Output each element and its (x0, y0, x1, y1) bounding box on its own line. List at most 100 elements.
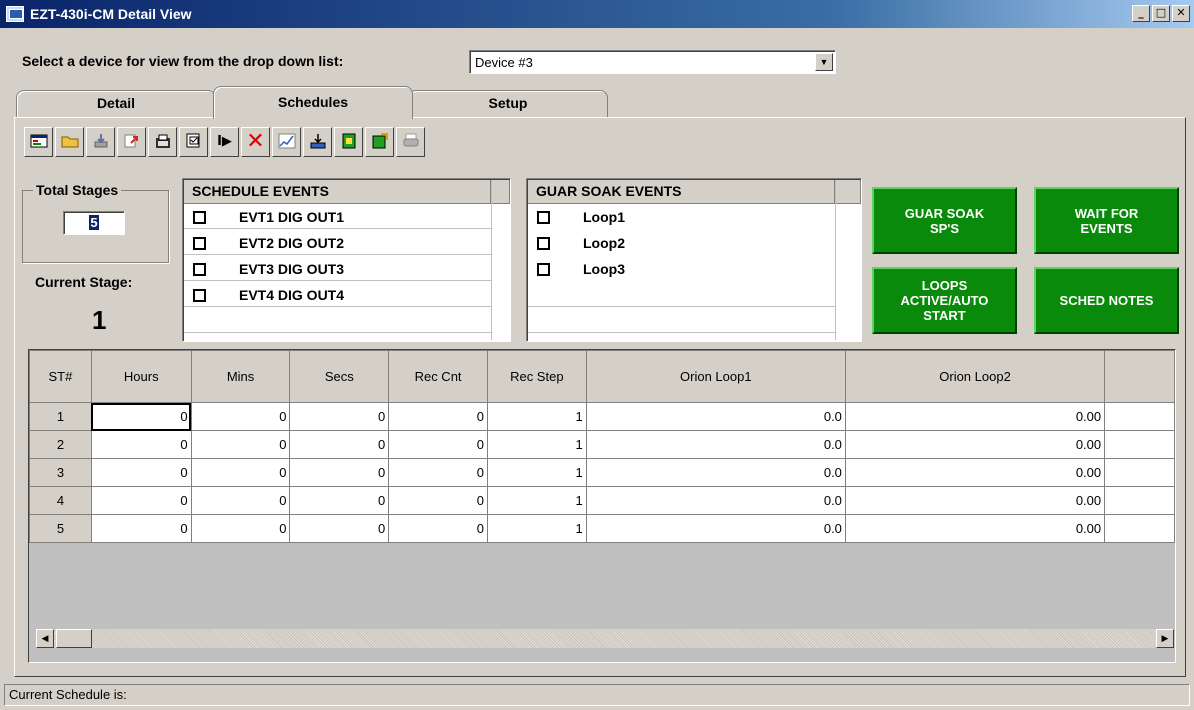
scroll-left-icon[interactable]: ◀ (36, 629, 54, 648)
table-cell[interactable]: 0 (289, 458, 390, 487)
loop-checkbox[interactable] (537, 237, 550, 250)
list-item[interactable]: Loop3 (528, 258, 835, 281)
table-cell[interactable]: 0 (90, 430, 192, 459)
table-cell[interactable]: 0 (388, 430, 488, 459)
table-cell[interactable]: 1 (486, 514, 587, 543)
close-button[interactable]: ✕ (1172, 5, 1190, 22)
table-cell[interactable]: 0.00 (844, 486, 1106, 515)
row-number[interactable]: 1 (29, 402, 92, 431)
table-cell[interactable]: 0 (90, 486, 192, 515)
loops-active-auto-start-button[interactable]: LOOPS ACTIVE/AUTO START (872, 267, 1017, 334)
event-checkbox[interactable] (193, 289, 206, 302)
table-cell[interactable]: 0 (190, 402, 291, 431)
table-cell[interactable]: 0 (388, 486, 488, 515)
open-button[interactable] (55, 127, 84, 157)
table-cell[interactable]: 0 (388, 514, 488, 543)
column-header[interactable]: Rec Cnt (388, 350, 488, 403)
row-number[interactable]: 3 (29, 458, 92, 487)
row-number[interactable]: 2 (29, 430, 92, 459)
table-cell[interactable]: 0 (289, 514, 390, 543)
chart-button[interactable] (272, 127, 301, 157)
event-checkbox[interactable] (193, 211, 206, 224)
list-item[interactable]: EVT2 DIG OUT2 (184, 232, 491, 255)
row-number[interactable]: 4 (29, 486, 92, 515)
table-cell[interactable]: 0 (90, 514, 192, 543)
table-cell[interactable]: 0 (90, 402, 192, 431)
new-schedule-button[interactable] (24, 127, 53, 157)
guar-soak-events-list: GUAR SOAK EVENTS Loop1 Loop2 Loop3 (526, 178, 862, 342)
table-cell[interactable]: 0 (289, 486, 390, 515)
loop-checkbox[interactable] (537, 263, 550, 276)
table-cell[interactable]: 0 (190, 458, 291, 487)
edit-button[interactable] (148, 127, 177, 157)
tab-setup[interactable]: Setup (408, 90, 608, 117)
table-cell[interactable]: 0 (289, 402, 390, 431)
scroll-thumb[interactable] (56, 629, 92, 648)
list-item[interactable]: Loop2 (528, 232, 835, 255)
table-cell[interactable]: 1 (486, 458, 587, 487)
delete-icon: ✕ (246, 129, 265, 154)
schedule-grid[interactable]: ST# Hours Mins Secs Rec Cnt Rec Step Ori… (28, 349, 1176, 663)
guar-soak-sps-button[interactable]: GUAR SOAK SP'S (872, 187, 1017, 254)
table-cell[interactable]: 0.00 (844, 458, 1106, 487)
table-cell[interactable]: 0 (190, 486, 291, 515)
list-item[interactable]: EVT4 DIG OUT4 (184, 284, 491, 307)
column-header[interactable]: Hours (90, 350, 192, 403)
column-header[interactable]: Orion Loop1 (585, 350, 846, 403)
table-cell[interactable]: 0 (190, 430, 291, 459)
minimize-button[interactable]: _ (1132, 5, 1150, 22)
table-cell[interactable]: 0 (388, 402, 488, 431)
table-cell[interactable]: 0.0 (585, 514, 846, 543)
device-dropdown[interactable]: Device #3 ▼ (469, 50, 836, 74)
list-item[interactable]: EVT3 DIG OUT3 (184, 258, 491, 281)
table-cell[interactable]: 1 (486, 486, 587, 515)
table-row[interactable]: 5 0 0 0 0 1 0.0 0.00 (29, 514, 1175, 543)
maximize-button[interactable]: □ (1152, 5, 1170, 22)
column-header[interactable]: Mins (190, 350, 291, 403)
total-stages-input[interactable]: 5 (63, 211, 125, 235)
remove-step-button[interactable] (365, 127, 394, 157)
loop-checkbox[interactable] (537, 211, 550, 224)
list-item[interactable]: EVT1 DIG OUT1 (184, 206, 491, 229)
table-cell[interactable]: 0 (190, 514, 291, 543)
column-header[interactable]: ST# (29, 350, 92, 403)
table-cell[interactable]: 0.00 (844, 430, 1106, 459)
table-cell[interactable]: 0.0 (585, 486, 846, 515)
chevron-down-icon[interactable]: ▼ (815, 53, 833, 71)
table-cell[interactable]: 1 (486, 402, 587, 431)
column-header[interactable]: Orion Loop2 (844, 350, 1106, 403)
event-checkbox[interactable] (193, 237, 206, 250)
table-cell[interactable]: 0.0 (585, 458, 846, 487)
table-cell[interactable]: 0.00 (844, 514, 1106, 543)
insert-step-button[interactable] (334, 127, 363, 157)
table-cell[interactable]: 0 (90, 458, 192, 487)
horizontal-scrollbar[interactable]: ◀ ▶ (36, 629, 1174, 648)
event-checkbox[interactable] (193, 263, 206, 276)
table-row[interactable]: 2 0 0 0 0 1 0.0 0.00 (29, 430, 1175, 459)
scroll-right-icon[interactable]: ▶ (1156, 629, 1174, 648)
table-cell[interactable]: 0 (289, 430, 390, 459)
table-cell[interactable]: 0.0 (585, 402, 846, 431)
table-cell[interactable]: 1 (486, 430, 587, 459)
column-header[interactable]: Rec Step (486, 350, 587, 403)
table-row[interactable]: 3 0 0 0 0 1 0.0 0.00 (29, 458, 1175, 487)
wait-for-events-button[interactable]: WAIT FOR EVENTS (1034, 187, 1179, 254)
sched-notes-button[interactable]: SCHED NOTES (1034, 267, 1179, 334)
table-cell[interactable]: 0.0 (585, 430, 846, 459)
column-header[interactable]: Secs (289, 350, 390, 403)
upload-button[interactable] (117, 127, 146, 157)
download-button[interactable] (86, 127, 115, 157)
delete-button[interactable]: ✕ (241, 127, 270, 157)
tab-schedules[interactable]: Schedules (213, 86, 413, 119)
print-button[interactable] (396, 127, 425, 157)
table-row[interactable]: 4 0 0 0 0 1 0.0 0.00 (29, 486, 1175, 515)
row-number[interactable]: 5 (29, 514, 92, 543)
export-button[interactable] (303, 127, 332, 157)
table-cell[interactable]: 0 (388, 458, 488, 487)
tab-detail[interactable]: Detail (16, 90, 216, 117)
table-cell[interactable]: 0.00 (844, 402, 1106, 431)
run-button[interactable]: I▶ (210, 127, 239, 157)
table-row[interactable]: 1 0 0 0 0 1 0.0 0.00 (29, 402, 1175, 431)
list-item[interactable]: Loop1 (528, 206, 835, 229)
save-button[interactable] (179, 127, 208, 157)
